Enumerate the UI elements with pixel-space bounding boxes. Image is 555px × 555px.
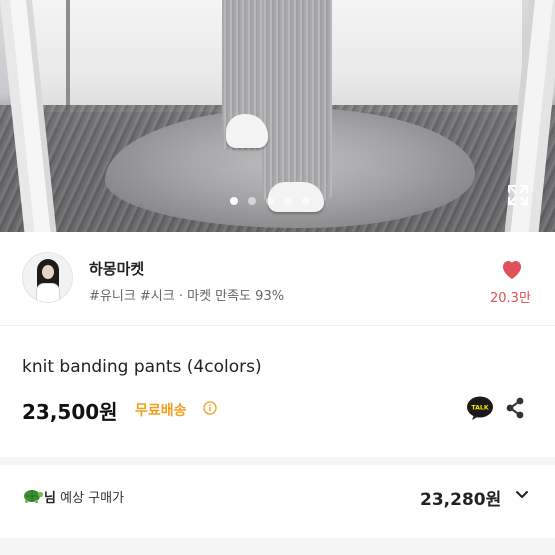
talk-icon-label: TALK <box>471 405 488 412</box>
share-icon[interactable] <box>504 396 526 420</box>
avatar[interactable] <box>22 252 73 303</box>
gallery-pagination <box>230 197 310 205</box>
expected-price: 23,280원 <box>420 490 502 510</box>
like-count: 20.3만 <box>490 291 531 306</box>
product-title: knit banding pants (4colors) <box>22 357 262 377</box>
product-price: 23,500원 <box>22 400 118 424</box>
gallery-dot[interactable] <box>230 197 238 205</box>
expand-icon[interactable] <box>506 183 530 207</box>
chevron-down-icon[interactable] <box>515 490 529 500</box>
gallery-dot[interactable] <box>266 197 274 205</box>
seller-tags: #유니크 #시크 · 마켓 만족도 93% <box>89 289 285 304</box>
section-divider <box>0 457 555 465</box>
product-image[interactable] <box>0 0 555 232</box>
turtle-icon <box>24 490 44 503</box>
gallery-dot[interactable] <box>248 197 256 205</box>
heart-icon[interactable] <box>500 258 524 280</box>
gallery-dot[interactable] <box>284 197 292 205</box>
gallery-dot[interactable] <box>302 197 310 205</box>
expected-price-label: 님 예상 구매가 <box>44 491 125 506</box>
seller-info[interactable]: 하몽마켓 #유니크 #시크 · 마켓 만족도 93% 20.3만 <box>0 232 555 326</box>
bottom-divider <box>0 538 555 555</box>
kakao-talk-icon[interactable]: TALK <box>466 395 494 421</box>
seller-name[interactable]: 하몽마켓 <box>89 258 144 279</box>
info-icon[interactable] <box>203 401 217 415</box>
free-shipping-badge: 무료배송 <box>135 403 187 419</box>
expected-price-row[interactable]: 님 예상 구매가 23,280원 <box>0 465 555 529</box>
